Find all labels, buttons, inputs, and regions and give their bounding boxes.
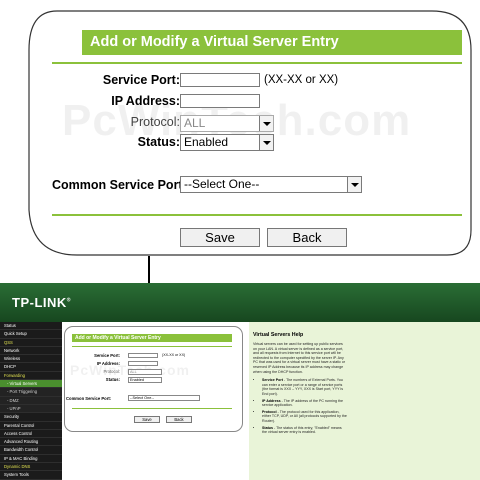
chevron-down-icon — [259, 135, 273, 150]
help-title: Virtual Servers Help — [253, 332, 304, 338]
back-button[interactable]: Back — [267, 228, 347, 247]
sidebar-item-qss[interactable]: QSS — [0, 339, 62, 347]
tp-link-logo: TP-LINK® — [12, 295, 71, 310]
protocol-label: Protocol: — [130, 115, 180, 129]
service-port-hint: (XX-XX or XX) — [264, 74, 339, 86]
service-port-label: Service Port: — [102, 73, 180, 87]
title-divider — [52, 62, 462, 64]
sidebar-item-access-control[interactable]: Access Control — [0, 430, 62, 439]
sidebar-item-parental-control[interactable]: Parental Control — [0, 422, 62, 430]
sidebar-nav: Status Quick Setup QSS Network Wireless DHCP F… — [0, 322, 62, 480]
help-bullet-term: Service Port — [262, 378, 283, 383]
mini-form-title: Add or Modify a Virtual Server Entry — [72, 334, 232, 342]
mini-ip-address-input[interactable] — [128, 361, 158, 366]
common-service-port-select[interactable]: --Select One-- — [180, 176, 362, 193]
mini-ip-address-label: IP Address: — [96, 361, 120, 366]
help-bullet-term: Protocol — [262, 409, 277, 414]
mini-save-button[interactable]: Save — [134, 416, 160, 423]
content-panel: Add or Modify a Virtual Server Entry PcW… — [62, 322, 243, 480]
help-bullet-list: Service Port - The numbers of External P… — [253, 378, 347, 435]
mini-status-select[interactable]: Enabled — [128, 377, 162, 383]
service-port-input[interactable] — [180, 73, 260, 87]
mini-back-button[interactable]: Back — [166, 416, 192, 423]
mini-service-port-input[interactable] — [128, 353, 158, 358]
mini-common-service-port-label: Common Service Port: — [66, 396, 112, 401]
protocol-value: ALL — [184, 116, 206, 130]
help-bullet: Status - The status of this entry, "Enab… — [262, 426, 347, 435]
sidebar-item-status[interactable]: Status — [0, 322, 62, 331]
sidebar-item-advanced-routing[interactable]: Advanced Routing — [0, 438, 62, 447]
mini-common-service-port-select[interactable]: --Select One-- — [128, 395, 200, 401]
zoom-callout: Add or Modify a Virtual Server Entry PcW… — [27, 10, 472, 256]
ip-address-input[interactable] — [180, 94, 260, 108]
sidebar-item-system-tools[interactable]: System Tools — [0, 471, 62, 480]
help-bullet: IP Address - The IP address of the PC ru… — [262, 399, 347, 408]
mini-buttons-divider — [72, 408, 232, 409]
mini-protocol-select[interactable]: ALL — [128, 369, 162, 375]
buttons-divider — [52, 214, 462, 216]
header-bar: TP-LINK® — [0, 283, 480, 322]
status-select[interactable]: Enabled — [180, 134, 274, 151]
help-bullet: Protocol - The protocol used for this ap… — [262, 410, 347, 424]
common-service-port-label: Common Service Port: — [52, 178, 187, 192]
mini-service-port-hint: (XX-XX or XX) — [162, 353, 186, 357]
sidebar-item-wireless[interactable]: Wireless — [0, 355, 62, 364]
help-bullet-term: IP Address — [262, 398, 281, 403]
sidebar-item-virtual-servers[interactable]: - Virtual Servers — [0, 380, 62, 389]
help-bullet-term: Status — [262, 425, 273, 430]
common-service-port-value: --Select One-- — [184, 177, 260, 191]
mini-service-port-label: Service Port: — [94, 353, 120, 358]
help-panel: Virtual Servers Help Virtual servers can… — [249, 322, 480, 480]
sidebar-item-forwarding[interactable]: Forwarding — [0, 372, 62, 381]
help-bullet: Service Port - The numbers of External P… — [262, 378, 347, 396]
status-value: Enabled — [184, 135, 229, 149]
mini-protocol-label: Protocol: — [103, 369, 120, 374]
router-admin-screen: TP-LINK® Status Quick Setup QSS Network Wire… — [0, 283, 480, 480]
sidebar-item-upnp[interactable]: - UPnP — [0, 404, 62, 414]
ip-address-label: IP Address: — [111, 94, 180, 108]
help-bullet-text: - The status of this entry, "Enabled" me… — [262, 425, 342, 435]
mini-status-label: Status: — [105, 377, 120, 382]
sidebar-item-dmz[interactable]: - DMZ — [0, 396, 62, 405]
sidebar-item-bandwidth-control[interactable]: Bandwidth Control — [0, 446, 62, 455]
chevron-down-icon — [259, 116, 273, 131]
sidebar-item-port-triggering[interactable]: - Port Triggering — [0, 388, 62, 397]
sidebar-item-ip-mac-binding[interactable]: IP & MAC Binding — [0, 455, 62, 464]
save-button[interactable]: Save — [180, 228, 260, 247]
chevron-down-icon — [347, 177, 361, 192]
sidebar-item-dynamic-dns[interactable]: Dynamic DNS — [0, 463, 62, 472]
sidebar-item-network[interactable]: Network — [0, 347, 62, 356]
help-intro: Virtual servers can be used for setting … — [253, 342, 346, 374]
status-label: Status: — [137, 135, 180, 149]
protocol-select[interactable]: ALL — [180, 115, 274, 132]
sidebar-item-security[interactable]: Security — [0, 413, 62, 422]
form-title: Add or Modify a Virtual Server Entry — [82, 30, 462, 55]
sidebar-item-dhcp[interactable]: DHCP — [0, 363, 62, 372]
sidebar-item-quick-setup[interactable]: Quick Setup — [0, 330, 62, 339]
mini-title-divider — [72, 346, 232, 347]
